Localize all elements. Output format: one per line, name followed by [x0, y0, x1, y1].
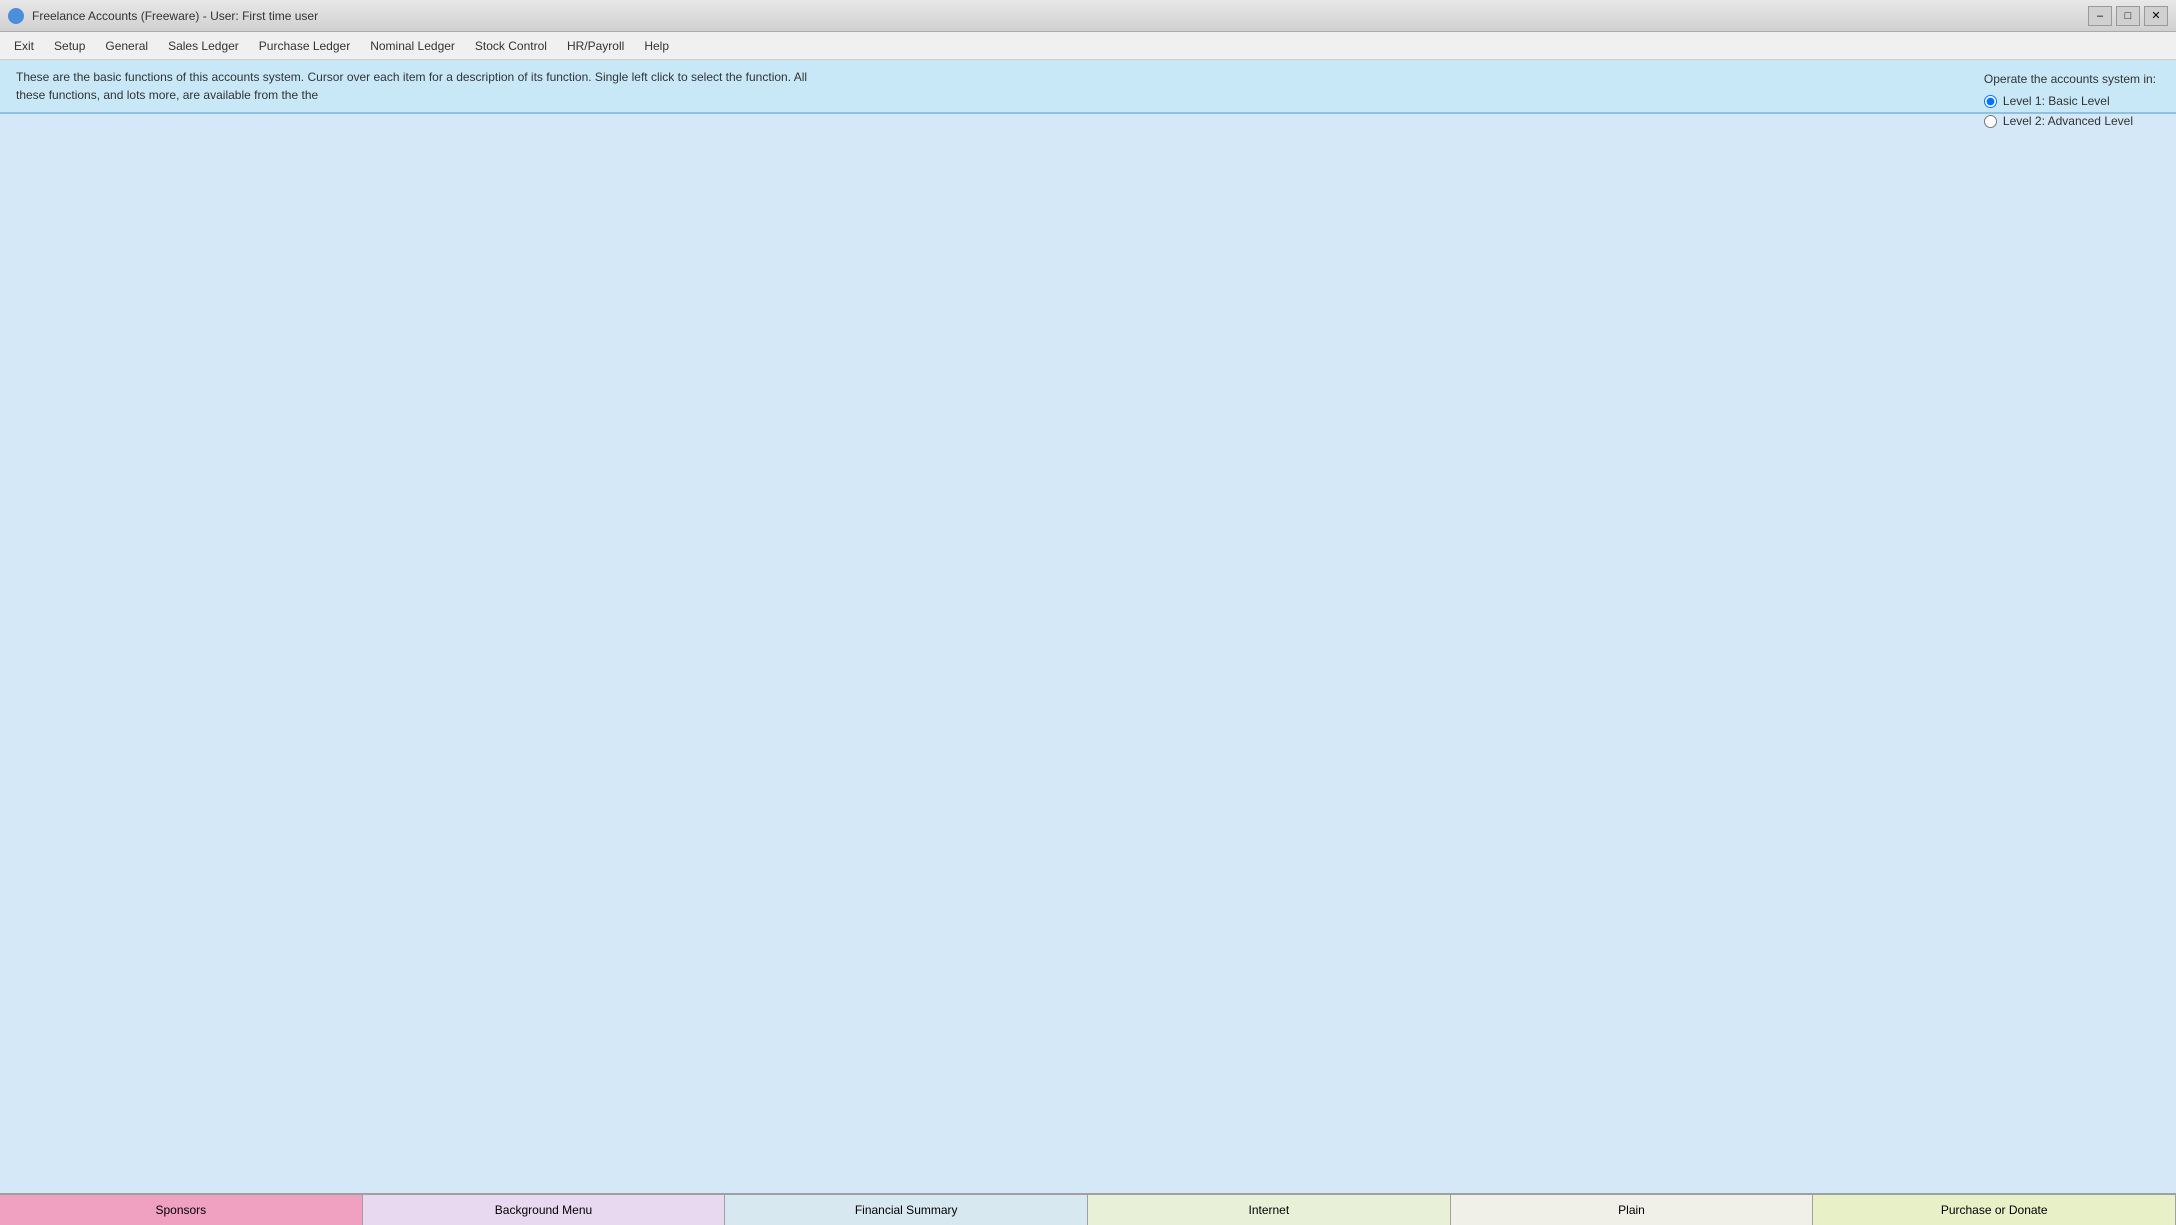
menu-hr-payroll[interactable]: HR/Payroll	[557, 35, 634, 57]
level1-option[interactable]: Level 1: Basic Level	[1984, 92, 2156, 110]
info-panel: These are the basic functions of this ac…	[0, 60, 2176, 114]
taskbar-financial-summary-label: Financial Summary	[855, 1203, 958, 1217]
menu-bar: Exit Setup General Sales Ledger Purchase…	[0, 32, 2176, 60]
level2-label: Level 2: Advanced Level	[2003, 112, 2133, 130]
taskbar-purchase-donate[interactable]: Purchase or Donate	[1813, 1195, 2176, 1225]
menu-general[interactable]: General	[95, 35, 158, 57]
close-button[interactable]: ✕	[2144, 6, 2168, 26]
taskbar-financial-summary[interactable]: Financial Summary	[725, 1195, 1088, 1225]
taskbar-sponsors[interactable]: Sponsors	[0, 1195, 363, 1225]
menu-sales-ledger[interactable]: Sales Ledger	[158, 35, 249, 57]
level2-option[interactable]: Level 2: Advanced Level	[1984, 112, 2156, 130]
menu-nominal-ledger[interactable]: Nominal Ledger	[360, 35, 465, 57]
taskbar-background-menu[interactable]: Background Menu	[363, 1195, 726, 1225]
taskbar-plain-label: Plain	[1618, 1203, 1645, 1217]
taskbar-internet[interactable]: Internet	[1088, 1195, 1451, 1225]
level-selector-title: Operate the accounts system in:	[1984, 70, 2156, 88]
menu-setup[interactable]: Setup	[44, 35, 95, 57]
level-selector: Operate the accounts system in: Level 1:…	[1984, 70, 2156, 132]
taskbar-background-menu-label: Background Menu	[495, 1203, 592, 1217]
title-bar: Freelance Accounts (Freeware) - User: Fi…	[0, 0, 2176, 32]
menu-exit[interactable]: Exit	[4, 35, 44, 57]
taskbar-purchase-donate-label: Purchase or Donate	[1941, 1203, 2048, 1217]
taskbar-sponsors-label: Sponsors	[155, 1203, 206, 1217]
window-controls: – □ ✕	[2088, 6, 2168, 26]
menu-purchase-ledger[interactable]: Purchase Ledger	[249, 35, 360, 57]
taskbar-plain[interactable]: Plain	[1451, 1195, 1814, 1225]
level2-radio[interactable]	[1984, 115, 1997, 128]
the-text: the	[302, 88, 319, 102]
minimize-button[interactable]: –	[2088, 6, 2112, 26]
menu-stock-control[interactable]: Stock Control	[465, 35, 557, 57]
menu-help[interactable]: Help	[634, 35, 679, 57]
app-icon	[8, 8, 24, 24]
info-text-content: These are the basic functions of this ac…	[16, 70, 807, 102]
app-title: Freelance Accounts (Freeware) - User: Fi…	[32, 9, 2088, 23]
maximize-button[interactable]: □	[2116, 6, 2140, 26]
level1-label: Level 1: Basic Level	[2003, 92, 2110, 110]
level1-radio[interactable]	[1984, 95, 1997, 108]
taskbar: Sponsors Background Menu Financial Summa…	[0, 1193, 2176, 1225]
info-text: These are the basic functions of this ac…	[16, 68, 816, 104]
taskbar-internet-label: Internet	[1249, 1203, 1290, 1217]
